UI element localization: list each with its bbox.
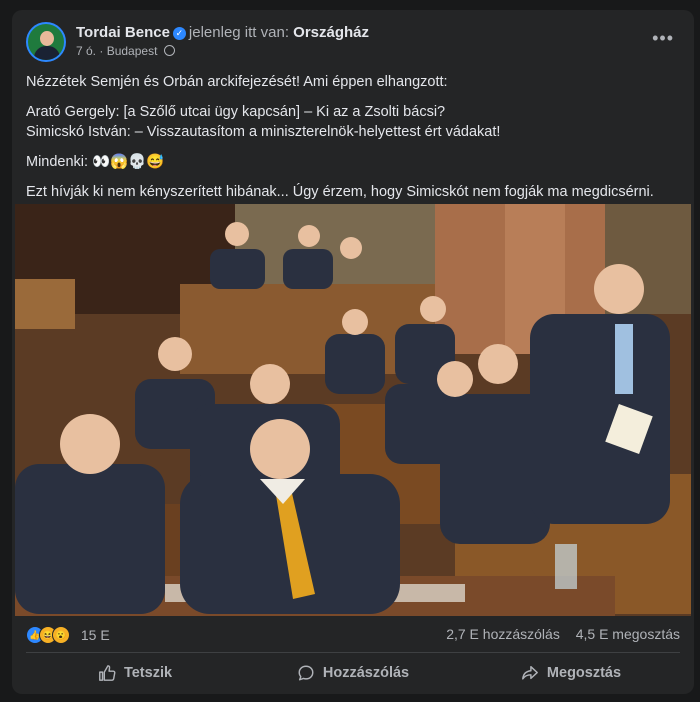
quote-line-1: Arató Gergely: [a Szőlő utcai ügy kapcsá… <box>26 104 446 120</box>
globe-icon <box>163 45 175 56</box>
more-options-button[interactable]: ••• <box>652 28 674 49</box>
comments-count[interactable]: 2,7 E hozzászólás <box>446 626 560 642</box>
quote-line-2: Simicskó István: – Visszautasítom a mini… <box>26 124 501 140</box>
reactions-count: 15 E <box>80 627 110 644</box>
post-city: Budapest <box>106 44 158 58</box>
parliament-photo-illustration <box>15 204 691 616</box>
location-link[interactable]: Országház <box>293 24 369 41</box>
comment-label: Hozzászólás <box>322 665 410 681</box>
share-arrow-icon <box>522 665 538 680</box>
meta-separator: · <box>99 44 104 58</box>
verified-badge-icon: ✓ <box>172 27 186 40</box>
post-meta: 7 ó. · Budapest <box>76 44 175 58</box>
comment-button[interactable]: Hozzászólás <box>244 658 462 688</box>
reactions-summary[interactable]: 👍 😆 😮 15 E <box>26 626 110 645</box>
engagement-counts: 2,7 E hozzászólás 4,5 E megosztás <box>434 626 680 642</box>
paragraph-conclusion: Ezt hívják ki nem kényszerített hibának.… <box>26 184 654 200</box>
action-bar: Tetszik Hozzászólás Megosztás <box>26 658 680 688</box>
avatar-face <box>40 31 54 46</box>
post-text: Nézzétek Semjén és Orbán arckifejezését!… <box>26 72 680 212</box>
wow-reaction-icon: 😮 <box>52 626 70 645</box>
share-label: Megosztás <box>546 665 622 681</box>
avatar[interactable] <box>26 22 66 62</box>
share-button[interactable]: Megosztás <box>462 658 680 688</box>
post-header: Tordai Bence ✓ jelenleg itt van: Országház… <box>26 22 680 66</box>
comment-bubble-icon <box>298 665 314 681</box>
post-time[interactable]: 7 ó. <box>76 44 96 58</box>
post-photo[interactable] <box>15 204 691 616</box>
author-line: Tordai Bence ✓ jelenleg itt van: Országház <box>76 24 369 41</box>
like-label: Tetszik <box>123 665 173 681</box>
like-button[interactable]: Tetszik <box>26 658 244 688</box>
location-prefix: jelenleg itt van: <box>188 24 289 41</box>
paragraph-intro: Nézzétek Semjén és Orbán arckifejezését!… <box>26 74 448 90</box>
shares-count[interactable]: 4,5 E megosztás <box>576 626 680 642</box>
avatar-body <box>34 46 60 60</box>
post-stats: 👍 😆 😮 15 E 2,7 E hozzászólás 4,5 E megoszt… <box>26 626 680 646</box>
post-card: Tordai Bence ✓ jelenleg itt van: Országház… <box>12 10 694 694</box>
paragraph-quotes: Arató Gergely: [a Szőlő utcai ügy kapcsá… <box>26 102 680 142</box>
thumbs-up-icon <box>99 665 116 681</box>
divider <box>26 652 680 653</box>
paragraph-everyone: Mindenki: 👀😱💀😅 <box>26 154 165 170</box>
author-name[interactable]: Tordai Bence <box>76 24 170 41</box>
